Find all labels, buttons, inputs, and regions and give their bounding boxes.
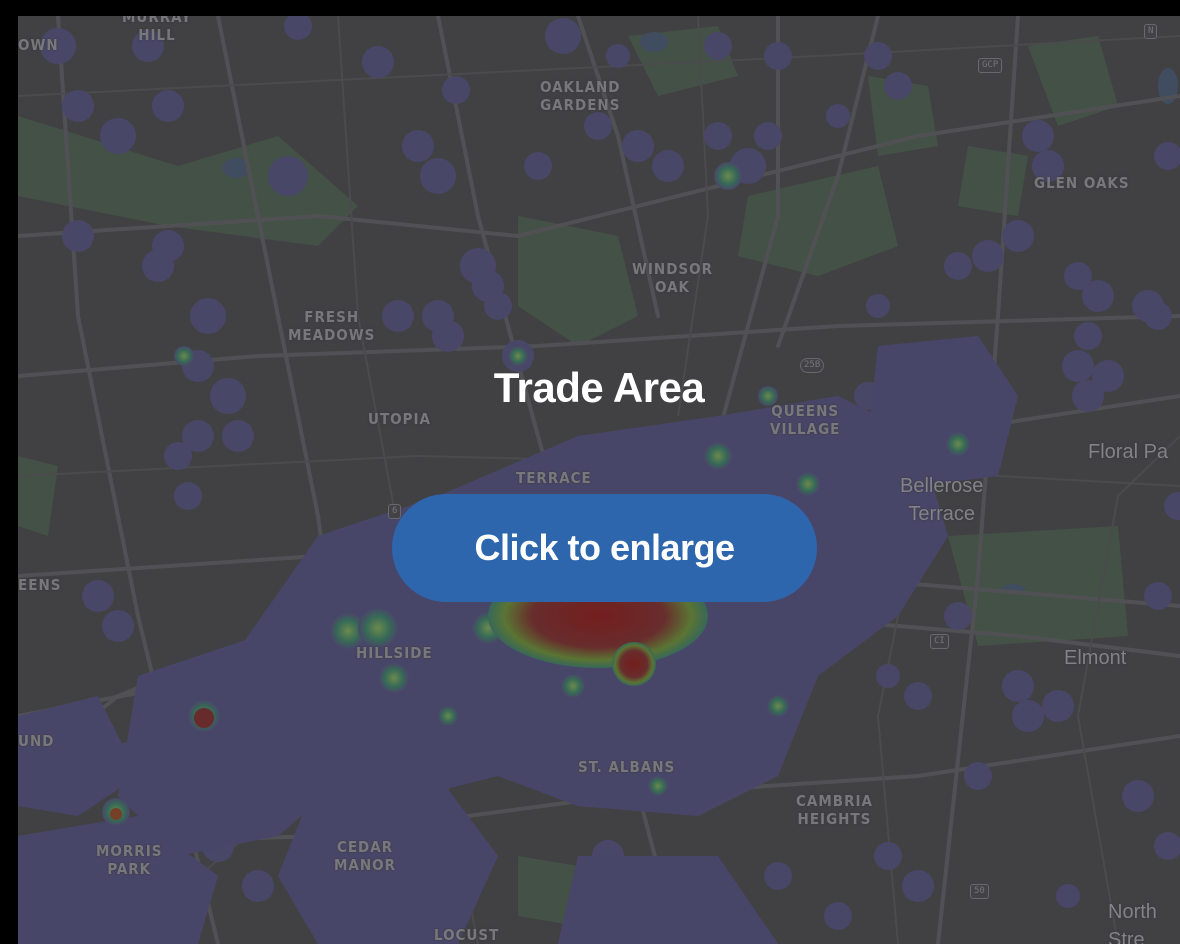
map-frame: MURRAY HILL OWN OAKLAND GARDENS GLEN OAK… <box>0 0 1180 944</box>
dim-overlay <box>18 16 1180 944</box>
trade-area-title: Trade Area <box>493 364 705 411</box>
click-to-enlarge-button[interactable]: Click to enlarge <box>392 494 817 602</box>
trade-area-map[interactable]: MURRAY HILL OWN OAKLAND GARDENS GLEN OAK… <box>18 16 1180 944</box>
